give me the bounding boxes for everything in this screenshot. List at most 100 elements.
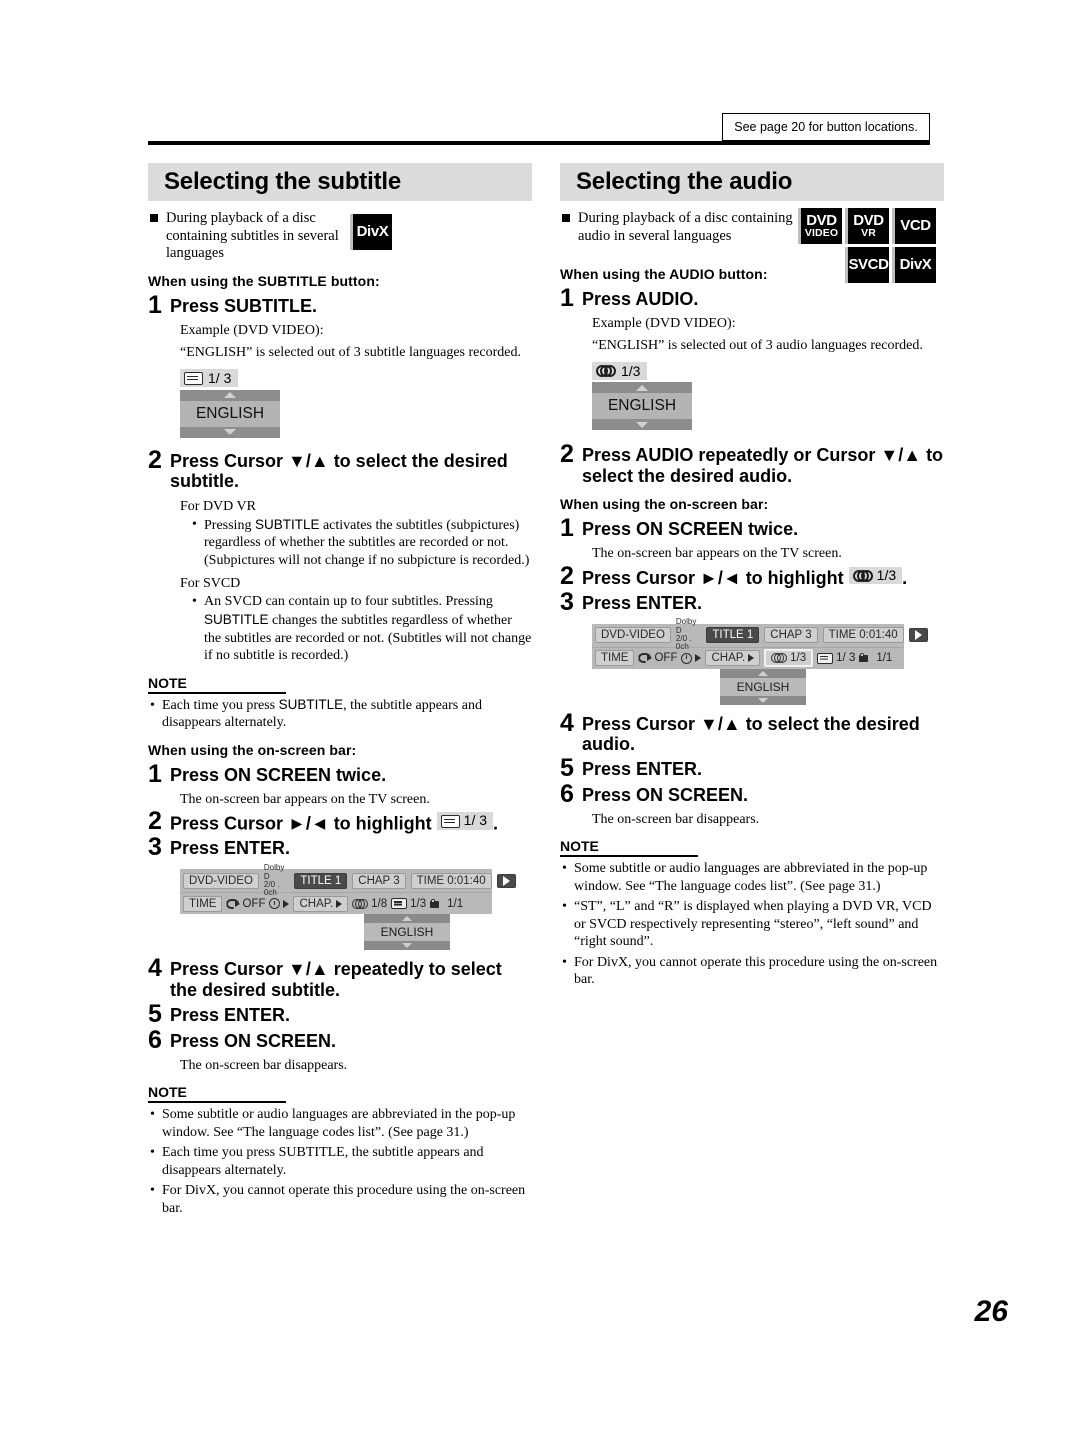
section-selecting-the-audio: Selecting the audio During playback of a… (560, 163, 944, 989)
step-text-a: Press Cursor ►/◄ to highlight (170, 813, 432, 834)
osb-dolby-info: Dolby D 2/0 . 0ch (264, 863, 284, 898)
bullet-text-a: Pressing (204, 517, 255, 533)
osb-title: TITLE 1 (706, 626, 760, 644)
osb-subtitle[interactable]: 1/ 3 (817, 652, 855, 664)
osb-time-search[interactable] (681, 652, 702, 664)
step-number: 3 (148, 833, 162, 862)
osb-repeat[interactable]: OFF (226, 898, 265, 910)
badge-line2: VR (861, 227, 876, 240)
osb-chapter: CHAP 3 (352, 872, 406, 890)
badge-vcd: VCD (892, 208, 936, 244)
audio-chip: 1/3 (848, 566, 903, 585)
chevron-up-icon (636, 384, 648, 391)
popup-down-arrow-bar[interactable] (180, 426, 280, 438)
osb-angle[interactable]: 1/1 (859, 652, 892, 664)
bar-step-2-highlight: 2 Press Cursor ►/◄ to highlight 1/ 3 . (148, 809, 532, 834)
audio-icon (771, 653, 788, 664)
popup-up-arrow-bar[interactable] (592, 382, 692, 393)
osb-angle[interactable]: 1/1 (430, 898, 463, 910)
osb-repeat-value: OFF (654, 652, 678, 665)
step-1-press-subtitle: 1 Press SUBTITLE. (148, 293, 532, 318)
step-number: 3 (560, 587, 574, 616)
button-name: SUBTITLE (278, 696, 344, 712)
arrow-right-icon (336, 899, 343, 908)
subtitle-icon (817, 652, 834, 664)
subtitle-popup-body: ENGLISH (180, 389, 280, 438)
audio-popup-tag: 1/3 (592, 362, 648, 380)
osb-popup-up[interactable] (364, 914, 450, 924)
audio-popup-body: ENGLISH (592, 382, 692, 430)
osb-popup-up[interactable] (720, 668, 806, 678)
step-number: 2 (148, 445, 162, 474)
osb-play-button[interactable] (908, 628, 928, 643)
popup-up-arrow-bar[interactable] (180, 389, 280, 401)
osb-repeat[interactable]: OFF (638, 652, 677, 664)
badge-line1: DivX (356, 223, 389, 241)
subhead-on-screen-bar: When using the on-screen bar: (148, 741, 357, 758)
osb-chapter-search[interactable]: CHAP. (705, 649, 761, 667)
badge-line2: VIDEO (804, 227, 839, 240)
subtitle-icon (391, 898, 408, 910)
chip-count: 1/ 3 (463, 812, 488, 829)
osb-language-popup: ENGLISH (720, 668, 806, 705)
note-item: Each time you press SUBTITLE, the subtit… (148, 697, 532, 732)
bar-step-4-select-subtitle: 4 Press Cursor ▼/▲ repeatedly to select … (148, 956, 532, 1000)
osb-audio[interactable]: 1/8 (352, 898, 387, 910)
osb-play-button[interactable] (496, 873, 516, 888)
subhead-on-screen-bar: When using the on-screen bar: (560, 496, 769, 513)
clock-icon (681, 652, 693, 664)
osb-popup-down[interactable] (364, 941, 450, 951)
step-text: Press ON SCREEN twice. (582, 519, 799, 540)
example-label: Example (DVD VIDEO): (180, 323, 324, 339)
popup-down-arrow-bar[interactable] (592, 419, 692, 430)
audio-intro: During playback of a disc containing aud… (560, 208, 944, 283)
step-text: Press ENTER. (170, 1004, 291, 1025)
osb-chapter-search[interactable]: CHAP. (293, 895, 349, 913)
step-number: 4 (560, 708, 574, 737)
osb-audio-value: 1/3 (790, 651, 807, 664)
osb-time-search[interactable] (269, 898, 290, 910)
step-text: Press ON SCREEN. (170, 1030, 337, 1051)
osb-popup-down[interactable] (720, 695, 806, 705)
subtitle-intro: During playback of a disc containing sub… (148, 210, 532, 263)
subtitle-chip: 1/ 3 (436, 812, 494, 831)
step-text: Press Cursor ▼/▲ repeatedly to select th… (170, 959, 502, 1000)
osb-popup-language: ENGLISH (720, 677, 806, 696)
osb-disc-type: DVD-VIDEO (183, 872, 259, 890)
osb-audio-selected[interactable]: 1/3 (764, 648, 814, 668)
step-number: 1 (148, 759, 162, 788)
step-number: 1 (560, 514, 574, 543)
osb-subtitle[interactable]: 1/3 (391, 898, 426, 910)
step-text: Press Cursor ▼/▲ to select the desired s… (170, 450, 508, 492)
badge-divx: DivX (892, 247, 936, 283)
step-number: 1 (148, 291, 162, 320)
subtitle-language-popup: 1/ 3 ENGLISH (180, 369, 280, 438)
on-screen-bar-graphic-subtitle: DVD-VIDEO Dolby D 2/0 . 0ch TITLE 1 CHAP… (180, 863, 516, 951)
osb-time-mode[interactable]: TIME (183, 895, 223, 913)
page-number: 26 (974, 1295, 1008, 1328)
audio-icon (352, 898, 369, 909)
example-text: “ENGLISH” is selected out of 3 audio lan… (592, 337, 923, 353)
osb-time-mode[interactable]: TIME (595, 649, 635, 667)
chevron-up-icon (402, 916, 412, 922)
osb-row-1: DVD-VIDEO Dolby D 2/0 . 0ch TITLE 1 CHAP… (592, 617, 928, 651)
bar-step-2-highlight: 2 Press Cursor ►/◄ to highlight 1/3 . (560, 563, 944, 589)
osb-subtitle-value: 1/3 (410, 897, 427, 910)
bullet-text-a: An SVCD can contain up to four subtitles… (204, 594, 493, 610)
step-2-select-subtitle: 2 Press Cursor ▼/▲ to select the desired… (148, 445, 532, 492)
audio-language-popup: 1/3 ENGLISH (592, 362, 692, 430)
osb-audio-value: 1/8 (371, 897, 388, 910)
subtitle-intro-text: During playback of a disc containing sub… (166, 210, 339, 262)
bar-step-3-enter: 3 Press ENTER. (560, 587, 944, 616)
bar-step-4-select-audio: 4 Press Cursor ▼/▲ to select the desired… (560, 708, 944, 755)
audio-icon (852, 569, 873, 582)
osb-chap-label: CHAP. (299, 897, 334, 910)
step-text-b: . (493, 813, 499, 834)
arrow-right-icon (748, 654, 755, 663)
note-text-a: Each time you press (162, 697, 279, 713)
audio-intro-text: During playback of a disc containing aud… (578, 210, 793, 244)
osb-angle-value: 1/1 (876, 652, 893, 665)
section-selecting-the-subtitle: Selecting the subtitle During playback o… (148, 163, 532, 1217)
note-item: For DivX, you cannot operate this proced… (148, 1182, 532, 1217)
osb-dolby-info: Dolby D 2/0 . 0ch (676, 617, 696, 652)
